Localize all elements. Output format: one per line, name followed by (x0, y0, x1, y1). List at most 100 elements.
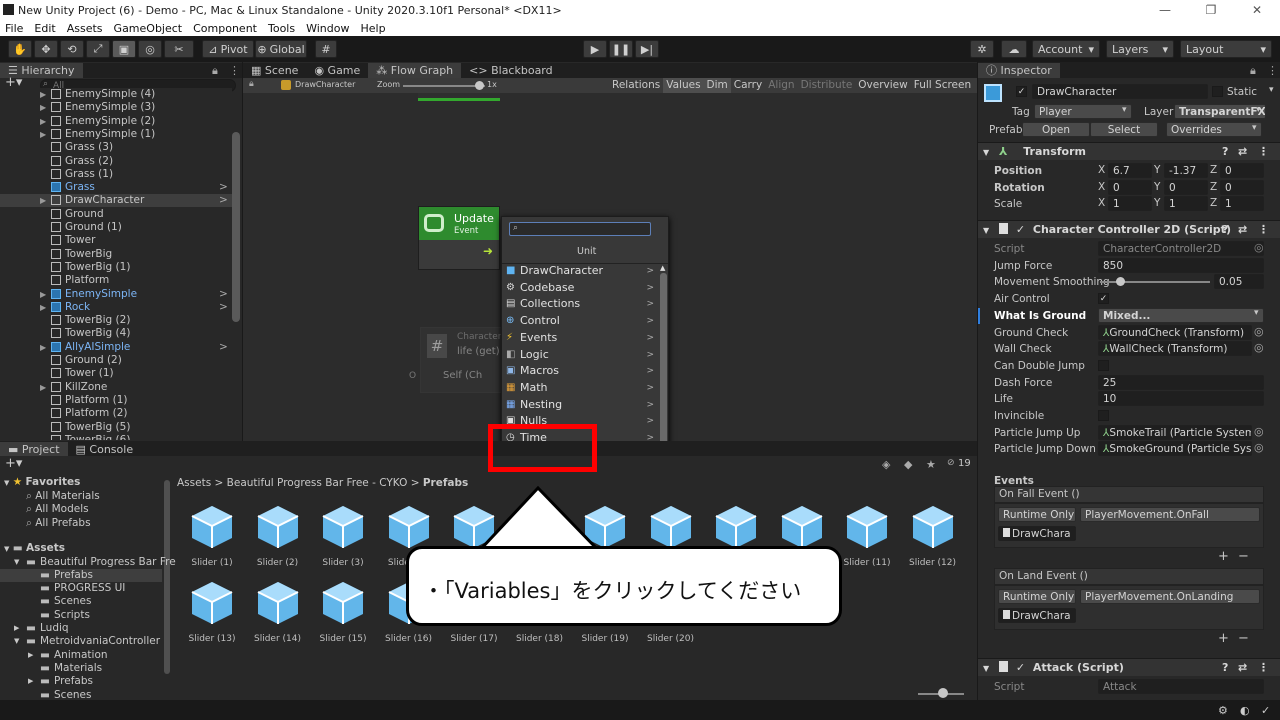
kebab-menu-icon[interactable]: ⋮ (1258, 143, 1269, 161)
project-folder[interactable]: ▬ Scenes (0, 595, 162, 608)
hierarchy-item[interactable]: ▶ EnemySimple (1) (0, 128, 232, 141)
project-folder[interactable]: ▬ Scripts (0, 609, 162, 622)
object-picker-icon[interactable]: ◎ (1254, 241, 1264, 254)
step-button[interactable]: ▶| (635, 40, 659, 58)
hierarchy-item[interactable]: Ground (0, 208, 232, 221)
project-folder[interactable]: ▼ ▬ MetroidvaniaController (0, 635, 162, 648)
menu-file[interactable]: File (0, 22, 29, 35)
chevron-right-icon[interactable]: > (219, 194, 228, 207)
preset-icon[interactable]: ⇄ (1238, 221, 1247, 239)
slider-handle[interactable] (1116, 277, 1125, 287)
graph-toolbar-button[interactable]: Distribute (798, 78, 856, 93)
kebab-menu-icon[interactable]: ⋮ (1258, 659, 1269, 677)
hand-tool-icon[interactable]: ✋ (8, 40, 32, 58)
prefab-open-button[interactable]: Open (1022, 122, 1090, 137)
prefab-overrides-dropdown[interactable]: Overrides (1166, 122, 1262, 137)
prefab-select-button[interactable]: Select (1090, 122, 1158, 137)
tag-dropdown[interactable]: Player (1034, 104, 1132, 119)
object-name-field[interactable]: DrawCharacter (1032, 84, 1208, 99)
pause-button[interactable]: ❚❚ (609, 40, 633, 58)
hierarchy-item[interactable]: Grass (2) (0, 155, 232, 168)
active-checkbox[interactable]: ✓ (1016, 86, 1027, 97)
icon-size-handle[interactable] (938, 688, 948, 698)
graph-toolbar-button[interactable]: Align (765, 78, 797, 93)
chevron-right-icon[interactable]: > (219, 181, 228, 194)
scale-tool-icon[interactable]: ⤢ (86, 40, 110, 58)
zoom-slider[interactable] (403, 85, 485, 87)
menu-window[interactable]: Window (301, 22, 355, 35)
wall-check-field[interactable]: ⅄WallCheck (Transform) (1098, 341, 1252, 357)
hierarchy-item[interactable]: Grass (3) (0, 141, 232, 154)
hierarchy-scrollbar[interactable] (232, 132, 240, 322)
transform-rotation-x-field[interactable]: 0 (1108, 179, 1152, 195)
air-control-checkbox[interactable]: ✓ (1098, 293, 1109, 305)
remove-listener-button[interactable]: − (1238, 631, 1249, 646)
invincible-checkbox[interactable] (1098, 410, 1109, 421)
project-folder[interactable]: ▬ Prefabs (0, 568, 162, 582)
menu-assets[interactable]: Assets (62, 22, 109, 35)
life-field[interactable]: 10 (1098, 391, 1264, 407)
minimize-button[interactable]: — (1142, 0, 1188, 20)
graph-toolbar-button[interactable]: Carry (731, 78, 765, 93)
project-folder[interactable]: ▼ ▬ Beautiful Progress Bar Fre (0, 556, 176, 569)
rotate-tool-icon[interactable]: ⟲ (60, 40, 84, 58)
graph-toolbar-button[interactable]: Values (663, 78, 704, 93)
input-port-icon[interactable]: O (409, 371, 416, 381)
hierarchy-item[interactable]: Platform (0, 274, 232, 287)
zoom-slider-handle[interactable] (475, 81, 484, 90)
custom-tool-icon[interactable]: ✂ (164, 40, 194, 58)
chevron-right-icon[interactable]: > (219, 341, 228, 354)
filter-by-type-icon[interactable]: ◈ (882, 458, 890, 471)
asset-item[interactable]: Slider (2) (248, 504, 308, 568)
hierarchy-item[interactable]: Tower (1) (0, 367, 232, 380)
transform-tool-icon[interactable]: ◎ (138, 40, 162, 58)
attack-header[interactable]: ▼ ✓ Attack (Script) ? ⇄ ⋮ (978, 658, 1280, 676)
hierarchy-item[interactable]: Platform (2) (0, 407, 232, 420)
favorite-star-icon[interactable]: ★ (926, 458, 936, 471)
object-picker-icon[interactable]: ◎ (1254, 325, 1264, 338)
transform-position-z-field[interactable]: 0 (1220, 163, 1264, 178)
label-icon[interactable]: ◆ (904, 458, 912, 471)
object-picker-icon[interactable]: ◎ (1254, 441, 1264, 454)
ground-check-field[interactable]: ⅄GroundCheck (Transform) (1098, 324, 1252, 340)
progress-icon[interactable]: ◐ (1240, 704, 1250, 717)
flow-output-port-icon[interactable]: ➜ (483, 244, 493, 258)
graph-toolbar-button[interactable]: Relations (609, 78, 663, 93)
tab-flow-graph[interactable]: ⁂ Flow Graph (368, 63, 462, 78)
lock-icon[interactable]: 🔒︎ (212, 64, 218, 78)
hierarchy-item[interactable]: Platform (1) (0, 394, 232, 407)
character-life-node[interactable]: # Character life (get) Self (Ch (420, 327, 510, 393)
menu-edit[interactable]: Edit (29, 22, 61, 35)
component-enabled-checkbox[interactable]: ✓ (1016, 661, 1025, 674)
transform-position-y-field[interactable]: -1.37 (1164, 163, 1208, 178)
favorite-item[interactable]: ⌕ All Prefabs (26, 517, 91, 530)
hierarchy-item[interactable]: TowerBig (4) (0, 327, 232, 340)
fuzzy-item-math[interactable]: ▦ Math > (504, 380, 656, 396)
tab-blackboard[interactable]: <> Blackboard (461, 63, 560, 78)
transform-header[interactable]: ▼ ⅄ Transform ? ⇄ ⋮ (978, 142, 1280, 160)
transform-scale-z-field[interactable]: 1 (1220, 196, 1264, 212)
breadcrumb-assets[interactable]: Assets (177, 477, 211, 489)
runtime-only-dropdown[interactable]: Runtime Only (998, 589, 1076, 604)
project-folder[interactable]: ▬ PROGRESS UI (0, 582, 162, 595)
update-event-node[interactable]: Update Event ➜ (418, 206, 500, 270)
static-checkbox[interactable] (1212, 86, 1223, 97)
kebab-menu-icon[interactable]: ⋮ (229, 64, 240, 77)
object-picker-icon[interactable]: ◎ (1254, 425, 1264, 438)
hierarchy-item[interactable]: TowerBig (5) (0, 421, 232, 434)
assets-folder[interactable]: ▼ ▬ Assets (4, 542, 65, 555)
kebab-menu-icon[interactable]: ⋮ (1267, 64, 1278, 77)
asset-item[interactable]: Slider (11) (837, 504, 897, 568)
expand-arrow-icon[interactable]: ▶ (40, 288, 46, 301)
on-fall-event-object-field[interactable]: DrawChara (998, 526, 1076, 541)
collab-icon[interactable]: ✲ (970, 40, 994, 58)
project-folder[interactable]: ▶ ▬ Animation (0, 649, 162, 662)
project-folder[interactable]: ▬ Scenes (0, 689, 162, 702)
project-folder[interactable]: ▶ ▬ Ludiq (0, 622, 162, 635)
static-dropdown-icon[interactable]: ▾ (1269, 85, 1274, 95)
runtime-only-dropdown[interactable]: Runtime Only (998, 507, 1076, 522)
rect-tool-icon[interactable]: ▣ (112, 40, 136, 58)
expand-arrow-icon[interactable]: ▶ (40, 101, 46, 114)
move-tool-icon[interactable]: ✥ (34, 40, 58, 58)
asset-item[interactable]: Slider (3) (313, 504, 373, 568)
